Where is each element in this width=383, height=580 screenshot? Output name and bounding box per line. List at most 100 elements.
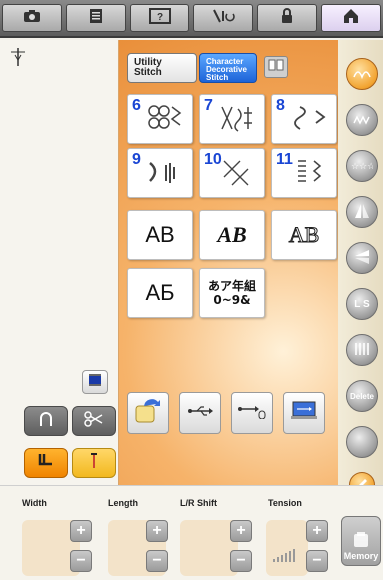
presser-foot-icon <box>37 410 55 433</box>
thread-cutter-button[interactable] <box>72 406 116 436</box>
needle-thread-button[interactable] <box>193 4 254 32</box>
lr-shift-minus-button[interactable]: − <box>230 550 252 572</box>
document-button[interactable] <box>65 4 126 32</box>
decorative-stitch-icon <box>218 157 258 192</box>
font-sample-text: AB <box>217 222 247 247</box>
home-icon <box>343 8 359 29</box>
stitch-category-tile[interactable]: 8 <box>271 94 337 144</box>
lr-shift-label: L/R Shift <box>180 498 217 508</box>
stitch-settings-bar: Width Length L/R Shift Tension + − + − +… <box>0 485 383 580</box>
plus-icon: + <box>152 522 162 539</box>
camera-button[interactable] <box>2 4 62 32</box>
delete-button[interactable]: Delete <box>346 380 378 412</box>
length-size-icon: L S <box>354 298 370 310</box>
camera-icon <box>23 9 41 28</box>
document-icon <box>89 8 103 29</box>
decorative-stitch-icon <box>146 103 186 138</box>
font-tile-sans[interactable]: AB <box>127 210 193 260</box>
needle-position-icon <box>8 46 28 71</box>
tension-plus-button[interactable]: + <box>306 520 328 542</box>
plus-icon: + <box>236 522 246 539</box>
width-minus-button[interactable]: − <box>70 550 92 572</box>
density-icon <box>353 342 371 359</box>
tension-level-icon <box>272 547 300 568</box>
mirror-icon <box>353 202 371 223</box>
decorative-stitch-icon <box>290 157 330 192</box>
density-button[interactable] <box>346 334 378 366</box>
bobbin-icon <box>88 373 102 392</box>
memory-label: Memory <box>343 551 379 561</box>
lock-button[interactable] <box>257 4 318 32</box>
usb-button[interactable] <box>179 392 221 434</box>
tab-character-decorative[interactable]: Character Decorative Stitch <box>199 53 257 83</box>
width-plus-button[interactable]: + <box>70 520 92 542</box>
delete-label: Delete <box>349 391 374 401</box>
length-plus-button[interactable]: + <box>146 520 168 542</box>
right-function-panel: ☆☆☆ L S Delete <box>338 40 383 498</box>
decorative-stitch-icon <box>146 157 186 192</box>
tile-number: 8 <box>276 97 285 114</box>
mirror-horizontal-button[interactable] <box>346 196 378 228</box>
tension-value-box <box>266 520 308 576</box>
stitch-image-grey-button[interactable] <box>346 104 378 136</box>
font-sample-text: あア年組 0~9& <box>207 279 256 307</box>
minus-icon: − <box>76 552 86 569</box>
stitch-category-tile[interactable]: 7 <box>199 94 265 144</box>
tab-utility-stitch[interactable]: Utility Stitch <box>127 53 197 83</box>
stitch-book-button[interactable] <box>264 56 288 78</box>
book-icon <box>268 58 284 76</box>
help-icon: ? <box>148 7 171 29</box>
tension-minus-button[interactable]: − <box>306 550 328 572</box>
pocket-memory-icon <box>134 398 162 429</box>
decorative-stitch-icon <box>218 103 258 138</box>
font-sample-text: AB <box>145 222 175 247</box>
usb-icon <box>187 404 213 423</box>
presser-foot-down-button[interactable] <box>24 448 68 478</box>
stitch-category-tile[interactable]: 10 <box>199 148 265 198</box>
scissors-icon <box>84 410 104 433</box>
stitch-category-tile[interactable]: 11 <box>271 148 337 198</box>
tile-number: 7 <box>204 97 213 114</box>
tab-utility-label: Utility Stitch <box>134 57 162 78</box>
stitch-category-tile[interactable]: 6 <box>127 94 193 144</box>
font-tile-cyrillic[interactable]: АБ <box>127 268 193 318</box>
needle-thread-icon <box>211 8 236 29</box>
computer-button[interactable] <box>283 392 325 434</box>
lock-icon <box>280 7 294 29</box>
presser-foot-up-button[interactable] <box>24 406 68 436</box>
needle-position-button[interactable] <box>72 448 116 478</box>
usb-mouse-button[interactable] <box>231 392 273 434</box>
font-tile-script[interactable]: AB <box>199 210 265 260</box>
tension-label: Tension <box>268 498 302 508</box>
lr-shift-plus-button[interactable]: + <box>230 520 252 542</box>
font-sample-text: АБ <box>145 280 175 305</box>
font-sample-text: AB <box>288 222 320 248</box>
computer-usb-icon <box>289 400 319 427</box>
decorative-stitch-icon <box>290 103 330 138</box>
pattern-stars-button[interactable]: ☆☆☆ <box>346 150 378 182</box>
bobbin-button[interactable] <box>82 370 108 394</box>
pocket-memory-button[interactable] <box>127 392 169 434</box>
font-tile-japanese[interactable]: あア年組 0~9& <box>199 268 265 318</box>
blank-function-button[interactable] <box>346 426 378 458</box>
stitch-image-orange-button[interactable] <box>346 58 378 90</box>
home-button[interactable] <box>321 4 381 32</box>
tab-character-label: Character Decorative Stitch <box>206 57 247 82</box>
stitch-category-tile[interactable]: 9 <box>127 148 193 198</box>
minus-icon: − <box>312 552 322 569</box>
minus-icon: − <box>152 552 162 569</box>
memory-button[interactable]: Memory <box>341 516 381 566</box>
help-button[interactable]: ? <box>129 4 190 32</box>
memory-icon <box>351 531 371 551</box>
length-size-button[interactable]: L S <box>346 288 378 320</box>
font-tile-outline[interactable]: AB <box>271 210 337 260</box>
stitch-orange-icon <box>352 67 372 82</box>
plus-icon: + <box>76 522 86 539</box>
svg-text:?: ? <box>157 12 163 23</box>
top-toolbar: ? <box>0 0 383 38</box>
minus-icon: − <box>236 552 246 569</box>
left-panel <box>0 40 118 485</box>
mirror-vertical-button[interactable] <box>346 242 378 274</box>
length-minus-button[interactable]: − <box>146 550 168 572</box>
width-label: Width <box>22 498 47 508</box>
